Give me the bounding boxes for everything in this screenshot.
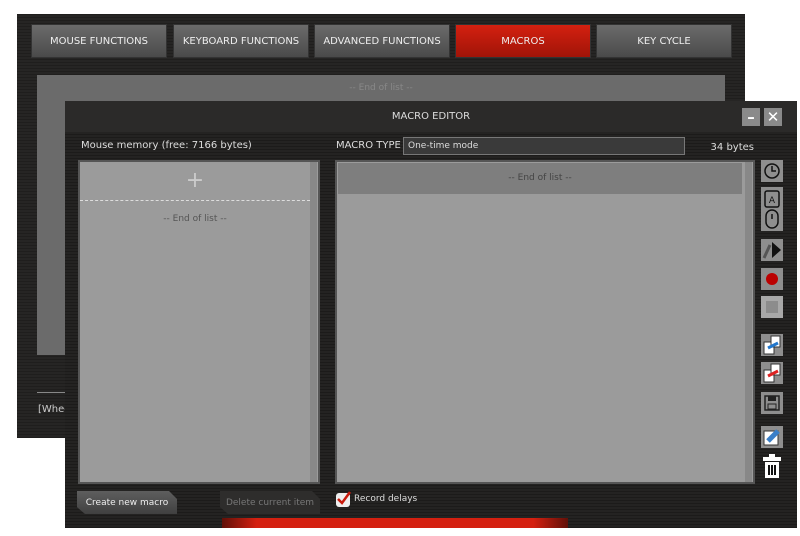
- delay-button[interactable]: [761, 160, 783, 182]
- create-macro-button[interactable]: Create new macro: [77, 491, 177, 514]
- mouse-icon: [765, 209, 779, 229]
- tab-macros[interactable]: MACROS: [455, 24, 591, 58]
- delete-macro-button[interactable]: [762, 453, 782, 479]
- scrollbar[interactable]: [310, 162, 317, 482]
- close-button[interactable]: ✕: [764, 108, 782, 126]
- edit-button[interactable]: [761, 426, 783, 448]
- divider: [37, 392, 67, 393]
- end-of-list: -- End of list --: [163, 214, 227, 224]
- tab-key-cycle[interactable]: KEY CYCLE: [596, 24, 732, 58]
- tab-keyboard-functions[interactable]: KEYBOARD FUNCTIONS: [173, 24, 309, 58]
- tab-mouse-functions[interactable]: MOUSE FUNCTIONS: [31, 24, 167, 58]
- stop-icon: [766, 301, 778, 313]
- macro-type-label: MACRO TYPE: [336, 140, 401, 151]
- import-button[interactable]: [761, 334, 783, 356]
- import-icon: [763, 335, 781, 355]
- stop-button[interactable]: [761, 296, 783, 318]
- svg-text:A: A: [769, 196, 776, 206]
- record-icon: [766, 273, 778, 285]
- macro-list[interactable]: + -- End of list --: [78, 160, 320, 484]
- record-delays-checkbox[interactable]: [336, 491, 352, 507]
- end-of-list: -- End of list --: [349, 83, 413, 93]
- minimize-button[interactable]: –: [742, 108, 760, 126]
- accent-bar: [222, 518, 568, 528]
- delete-item-button[interactable]: Delete current item: [220, 491, 320, 514]
- trash-icon: [763, 454, 781, 478]
- cursor-move-button[interactable]: [761, 239, 783, 261]
- keyboard-mouse-button[interactable]: A: [761, 187, 783, 231]
- dialog-title: MACRO EDITOR: [65, 101, 797, 132]
- record-delays-label: Record delays: [354, 494, 418, 504]
- add-macro-icon[interactable]: +: [80, 168, 310, 193]
- checkmark-icon: [337, 491, 352, 505]
- memory-label: Mouse memory (free: 7166 bytes): [81, 140, 252, 151]
- edit-icon: [763, 429, 780, 446]
- save-icon: [764, 395, 780, 411]
- save-button[interactable]: [761, 392, 783, 414]
- tab-advanced-functions[interactable]: ADVANCED FUNCTIONS: [314, 24, 450, 58]
- record-button[interactable]: [761, 268, 783, 290]
- end-of-list: -- End of list --: [338, 163, 742, 194]
- macro-size: 34 bytes: [710, 142, 754, 153]
- macro-events-list[interactable]: -- End of list --: [335, 160, 755, 484]
- clock-icon: [764, 163, 780, 179]
- macro-editor-dialog: MACRO EDITOR – ✕ Mouse memory (free: 716…: [65, 101, 797, 528]
- keyboard-key-icon: A: [764, 190, 780, 208]
- macro-type-select[interactable]: One-time mode: [403, 137, 685, 155]
- divider: [80, 200, 310, 201]
- export-icon: [763, 363, 781, 383]
- scrollbar[interactable]: [745, 162, 752, 482]
- export-button[interactable]: [761, 362, 783, 384]
- cursor-move-icon: [762, 242, 781, 259]
